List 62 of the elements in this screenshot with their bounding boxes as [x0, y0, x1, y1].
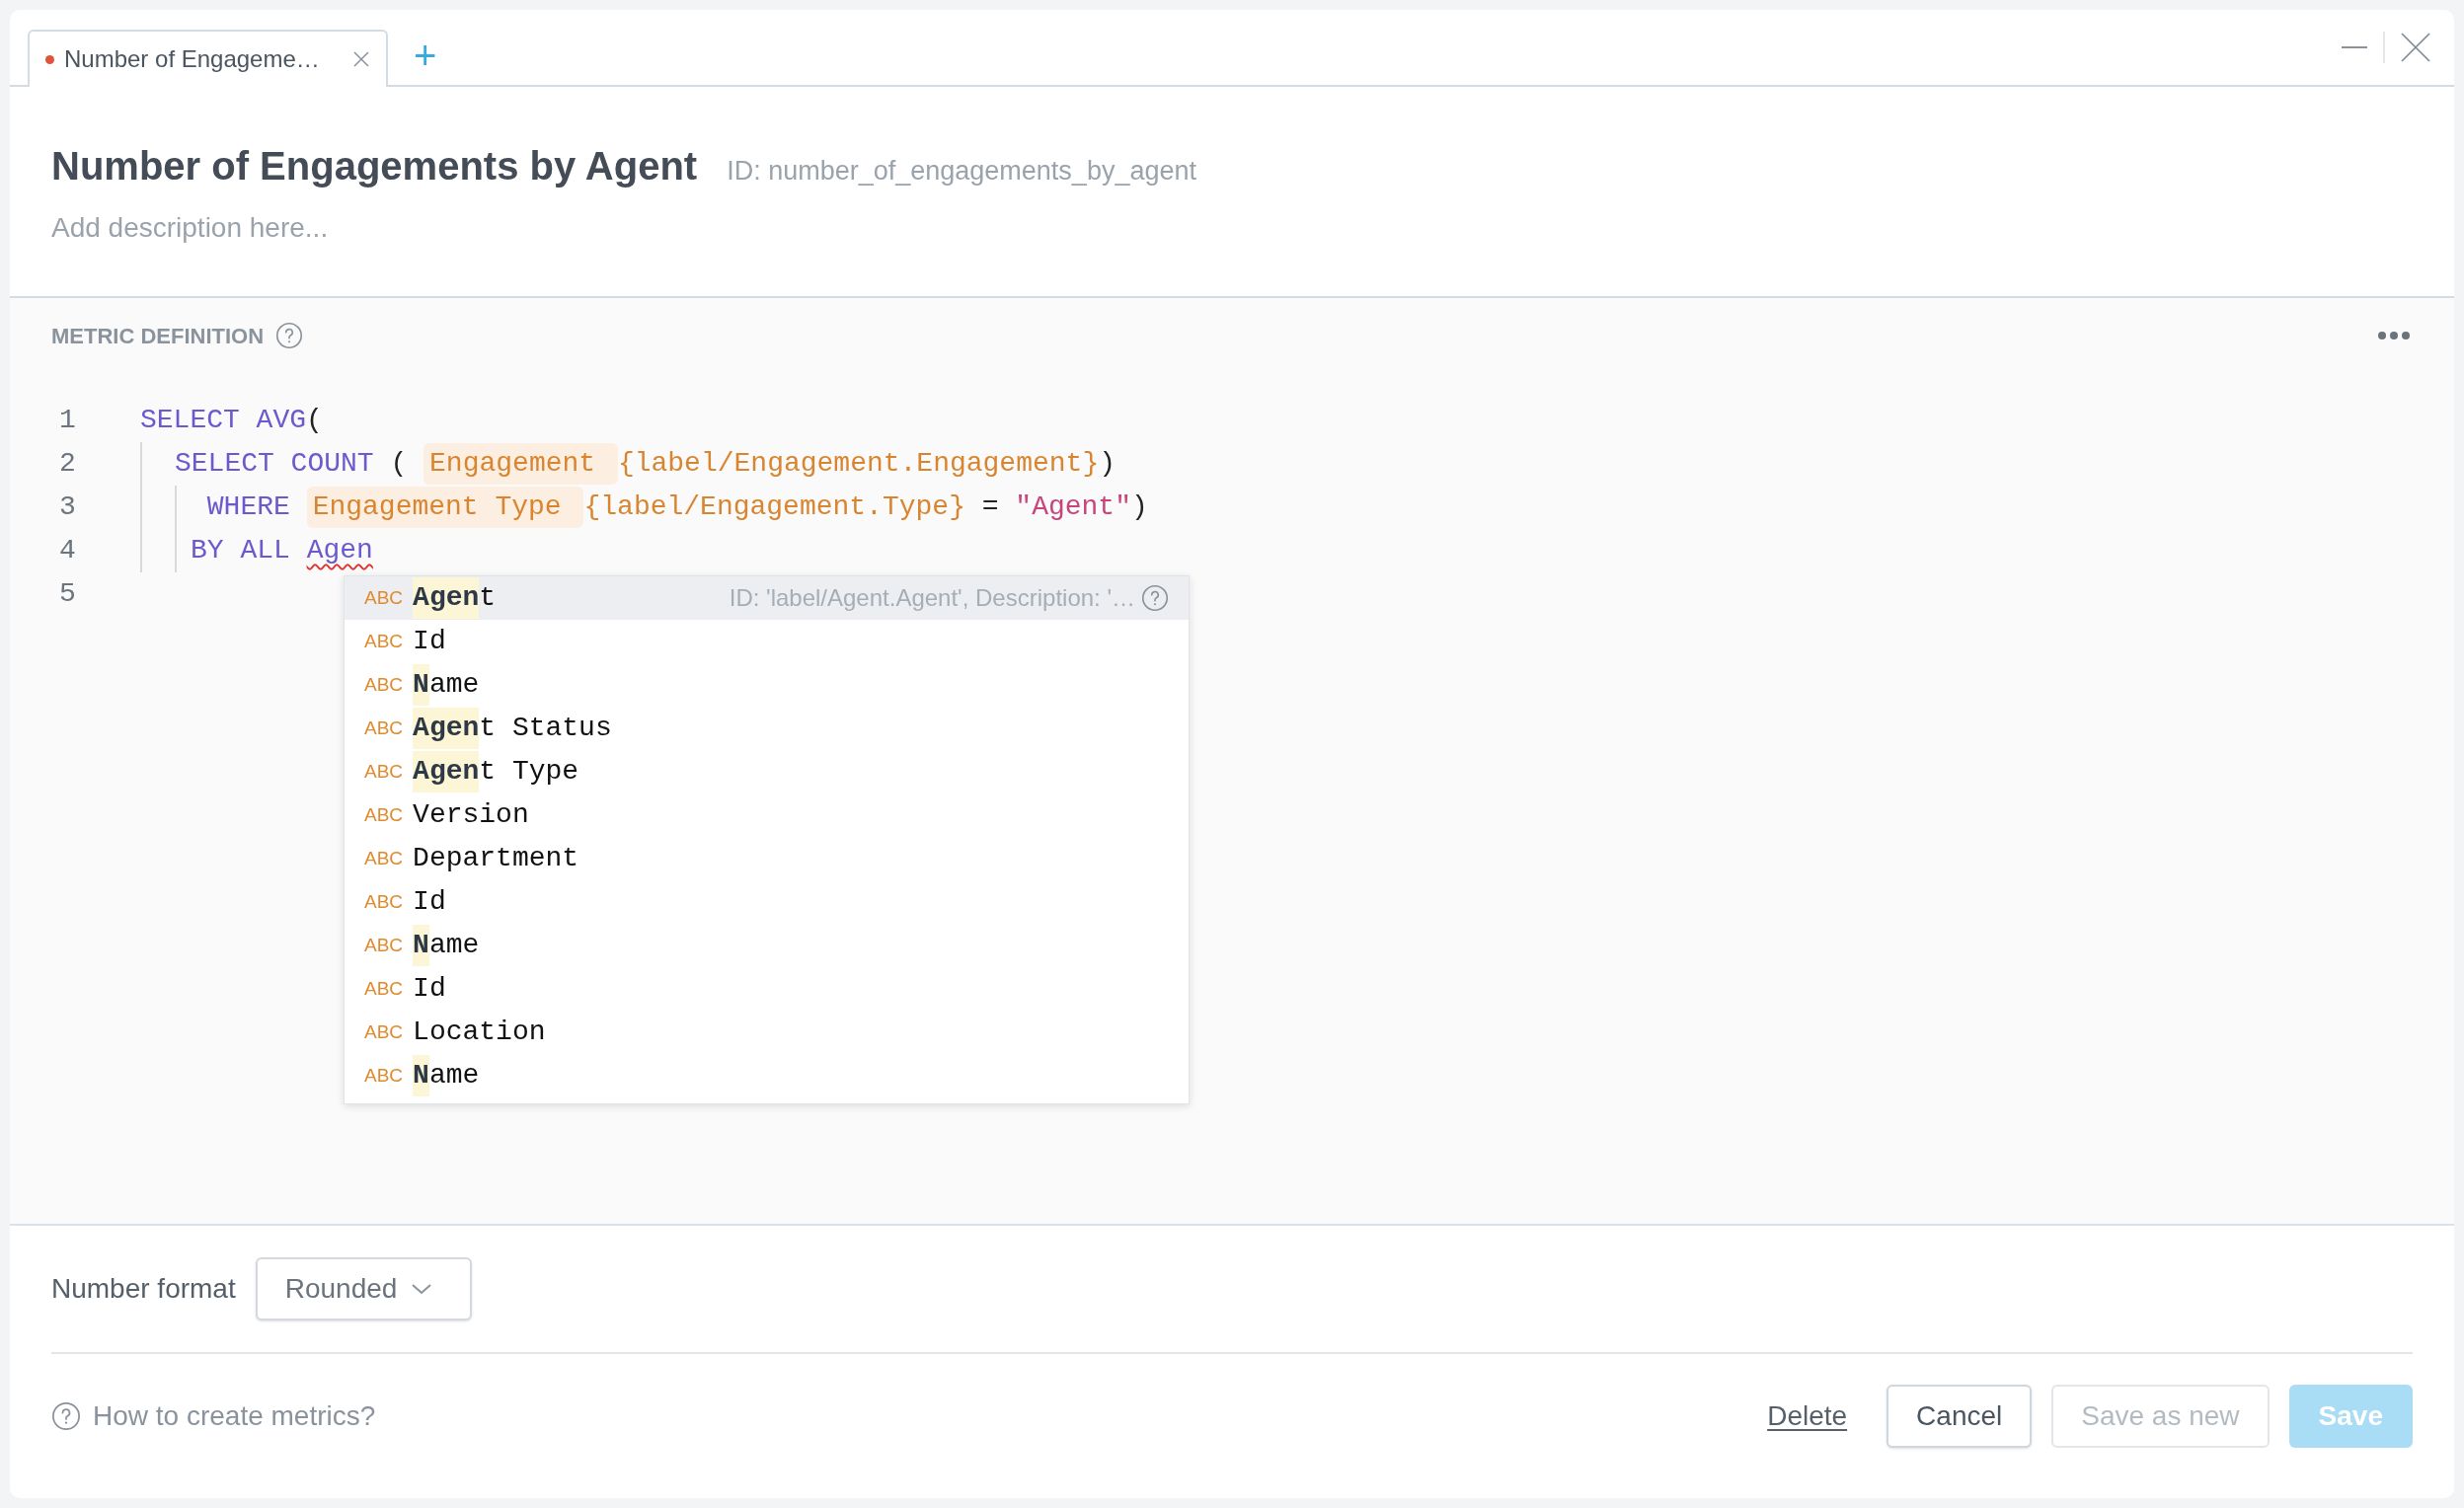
type-label: ABC: [364, 629, 404, 653]
code-token: "Agent": [1015, 490, 1131, 524]
code-token: SELECT AVG: [140, 404, 307, 437]
code-token: ): [1131, 490, 1148, 524]
type-label: ABC: [364, 759, 404, 784]
more-icon[interactable]: [2377, 331, 2411, 340]
suggestion-item[interactable]: ABC Agent Type: [345, 750, 1189, 793]
code-token: SELECT COUNT: [175, 447, 374, 481]
number-format-dropdown[interactable]: Rounded: [255, 1257, 472, 1320]
code-token: BY ALL: [191, 534, 291, 567]
type-label: ABC: [364, 1063, 404, 1088]
line-number: 3: [59, 490, 76, 524]
suggestion-item[interactable]: ABC Agent ID: 'label/Agent.Agent', Description: '…: [345, 576, 1189, 620]
code-token: Agen: [306, 534, 373, 567]
suggestion-item[interactable]: ABC Version: [345, 793, 1189, 837]
suggestion-item[interactable]: ABC Name: [345, 924, 1189, 967]
code-token: =: [980, 490, 1000, 524]
code-token: {label/Engagement.Engagement}: [617, 447, 1100, 481]
action-button[interactable]: Delete: [1767, 1395, 1848, 1437]
field-label: Number format: [51, 1272, 236, 1306]
type-label: ABC: [364, 802, 404, 827]
type-label: ABC: [364, 716, 404, 740]
tab[interactable]: Number of Engageme…: [28, 30, 388, 87]
metric-title: Number of Engagements by Agent: [51, 143, 698, 189]
section-heading: METRIC DEFINITION: [51, 322, 265, 350]
line-number: 2: [59, 447, 76, 481]
suggestion-detail: ID: 'label/Agent.Agent', Description: '…: [729, 583, 1135, 613]
type-label: ABC: [364, 976, 404, 1001]
code-token: {label/Engagement.Type}: [583, 490, 965, 524]
type-label: ABC: [364, 672, 404, 697]
code-token: WHERE: [205, 490, 291, 524]
action-button[interactable]: Cancel: [1886, 1385, 2033, 1448]
type-label: ABC: [364, 1019, 404, 1044]
suggestion-item[interactable]: ABC Name: [345, 663, 1189, 707]
suggestion-item[interactable]: ABC Id: [345, 967, 1189, 1011]
type-label: ABC: [364, 933, 404, 957]
suggestion-item[interactable]: ABC Id: [345, 880, 1189, 924]
type-label: ABC: [364, 846, 404, 870]
code-token: Engagement: [424, 443, 618, 485]
suggestion-item[interactable]: ABC Agent Status: [345, 707, 1189, 750]
chevron-down-icon: [411, 1283, 433, 1295]
type-label: ABC: [364, 889, 404, 914]
close-icon[interactable]: [352, 50, 370, 68]
close-icon[interactable]: [2401, 33, 2430, 62]
suggestion-item[interactable]: ABC Location: [345, 1011, 1189, 1054]
suggestion-item[interactable]: ABC Id: [345, 620, 1189, 663]
code-token: Engagement Type: [306, 487, 584, 528]
line-number: 5: [59, 577, 76, 611]
line-number: 4: [59, 534, 76, 567]
help-icon[interactable]: [51, 1401, 81, 1431]
minimize-icon[interactable]: [2342, 45, 2367, 49]
metric-id: ID: number_of_engagements_by_agent: [727, 155, 1196, 188]
help-icon[interactable]: [275, 322, 304, 349]
suggestion-item[interactable]: ABC Department: [345, 837, 1189, 880]
type-label: ABC: [364, 585, 404, 610]
description-field[interactable]: Add description here...: [51, 207, 1236, 249]
line-number: 1: [59, 404, 76, 437]
help-icon[interactable]: [1141, 584, 1169, 612]
code-token: (: [306, 404, 323, 437]
code-token: (: [389, 447, 409, 481]
suggestion-item[interactable]: ABC Name: [345, 1054, 1189, 1097]
code-token: ): [1099, 447, 1116, 481]
